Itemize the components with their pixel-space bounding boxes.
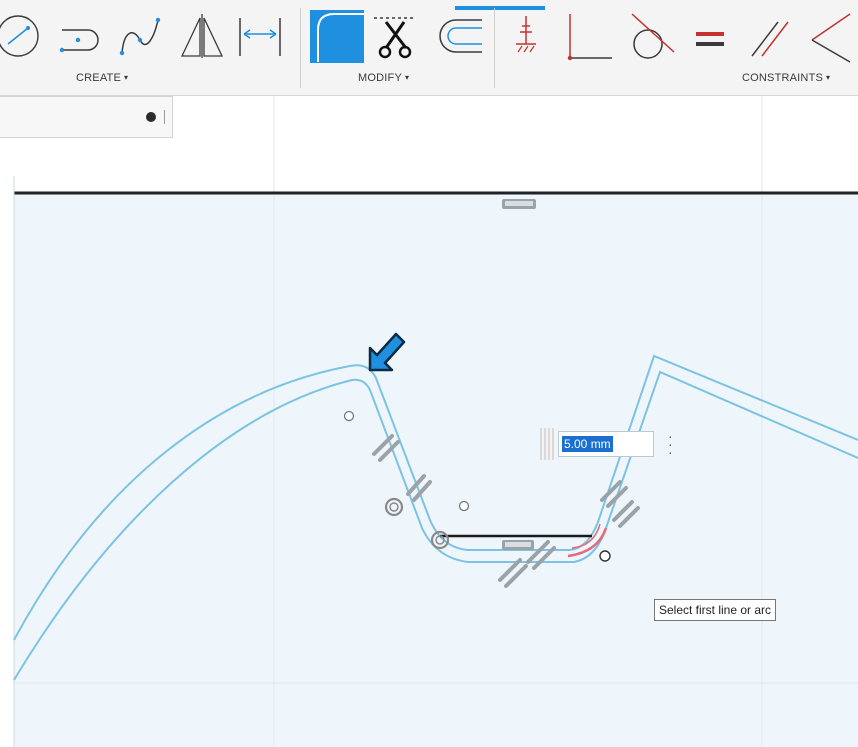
sketch-point[interactable] bbox=[458, 500, 470, 512]
constraints-menu-button[interactable]: CONSTRAINTS ▾ bbox=[742, 72, 830, 84]
sketch-point[interactable] bbox=[343, 410, 355, 422]
chevron-down-icon: ▾ bbox=[404, 73, 410, 82]
toolbar-separator bbox=[300, 8, 301, 88]
fillet-radius-field[interactable]: 5.00 mm bbox=[558, 431, 654, 457]
dimension-icon[interactable] bbox=[236, 8, 286, 63]
sketch-point[interactable] bbox=[599, 550, 611, 562]
command-prompt-tooltip: Select first line or arc bbox=[654, 599, 777, 621]
create-menu-button[interactable]: CREATE ▾ bbox=[76, 72, 128, 84]
panel-resize-handle[interactable] bbox=[164, 110, 165, 124]
circle-icon[interactable] bbox=[0, 8, 50, 63]
constraints-label: CONSTRAINTS bbox=[742, 72, 824, 84]
more-options-icon[interactable]: · · · bbox=[668, 429, 674, 459]
toolbar: CREATE ▾ MODIFY ▾ CONSTRAINTS ▾ bbox=[0, 0, 858, 96]
perpendicular-icon[interactable] bbox=[566, 8, 616, 63]
horizontal-constraint-glyph bbox=[502, 540, 534, 550]
fillet-icon[interactable] bbox=[310, 8, 364, 63]
drag-handle-icon[interactable] bbox=[540, 428, 556, 460]
tangent-icon[interactable] bbox=[628, 8, 678, 63]
toolbar-separator bbox=[494, 8, 495, 88]
offset-icon[interactable] bbox=[436, 8, 486, 63]
visibility-toggle-icon[interactable] bbox=[146, 112, 156, 122]
horizontal-constraint-glyph bbox=[502, 199, 536, 209]
fix-constraint-icon[interactable] bbox=[508, 8, 558, 63]
modify-menu-button[interactable]: MODIFY ▾ bbox=[358, 72, 409, 84]
create-label: CREATE bbox=[76, 72, 122, 84]
spline-icon[interactable] bbox=[116, 8, 166, 63]
chevron-down-icon: ▾ bbox=[124, 73, 129, 82]
chevron-down-icon: ▾ bbox=[826, 73, 831, 82]
slot-icon[interactable] bbox=[56, 8, 106, 63]
modify-label: MODIFY bbox=[358, 72, 402, 84]
fillet-radius-input-box: 5.00 mm · · · bbox=[540, 428, 688, 460]
trim-icon[interactable] bbox=[372, 8, 422, 63]
collinear-icon[interactable] bbox=[806, 8, 856, 63]
fillet-radius-value[interactable]: 5.00 mm bbox=[562, 436, 613, 452]
parallel-icon[interactable] bbox=[748, 8, 798, 63]
mirror-icon[interactable] bbox=[178, 8, 228, 63]
sketch-region bbox=[14, 193, 858, 747]
equal-icon[interactable] bbox=[688, 8, 738, 63]
